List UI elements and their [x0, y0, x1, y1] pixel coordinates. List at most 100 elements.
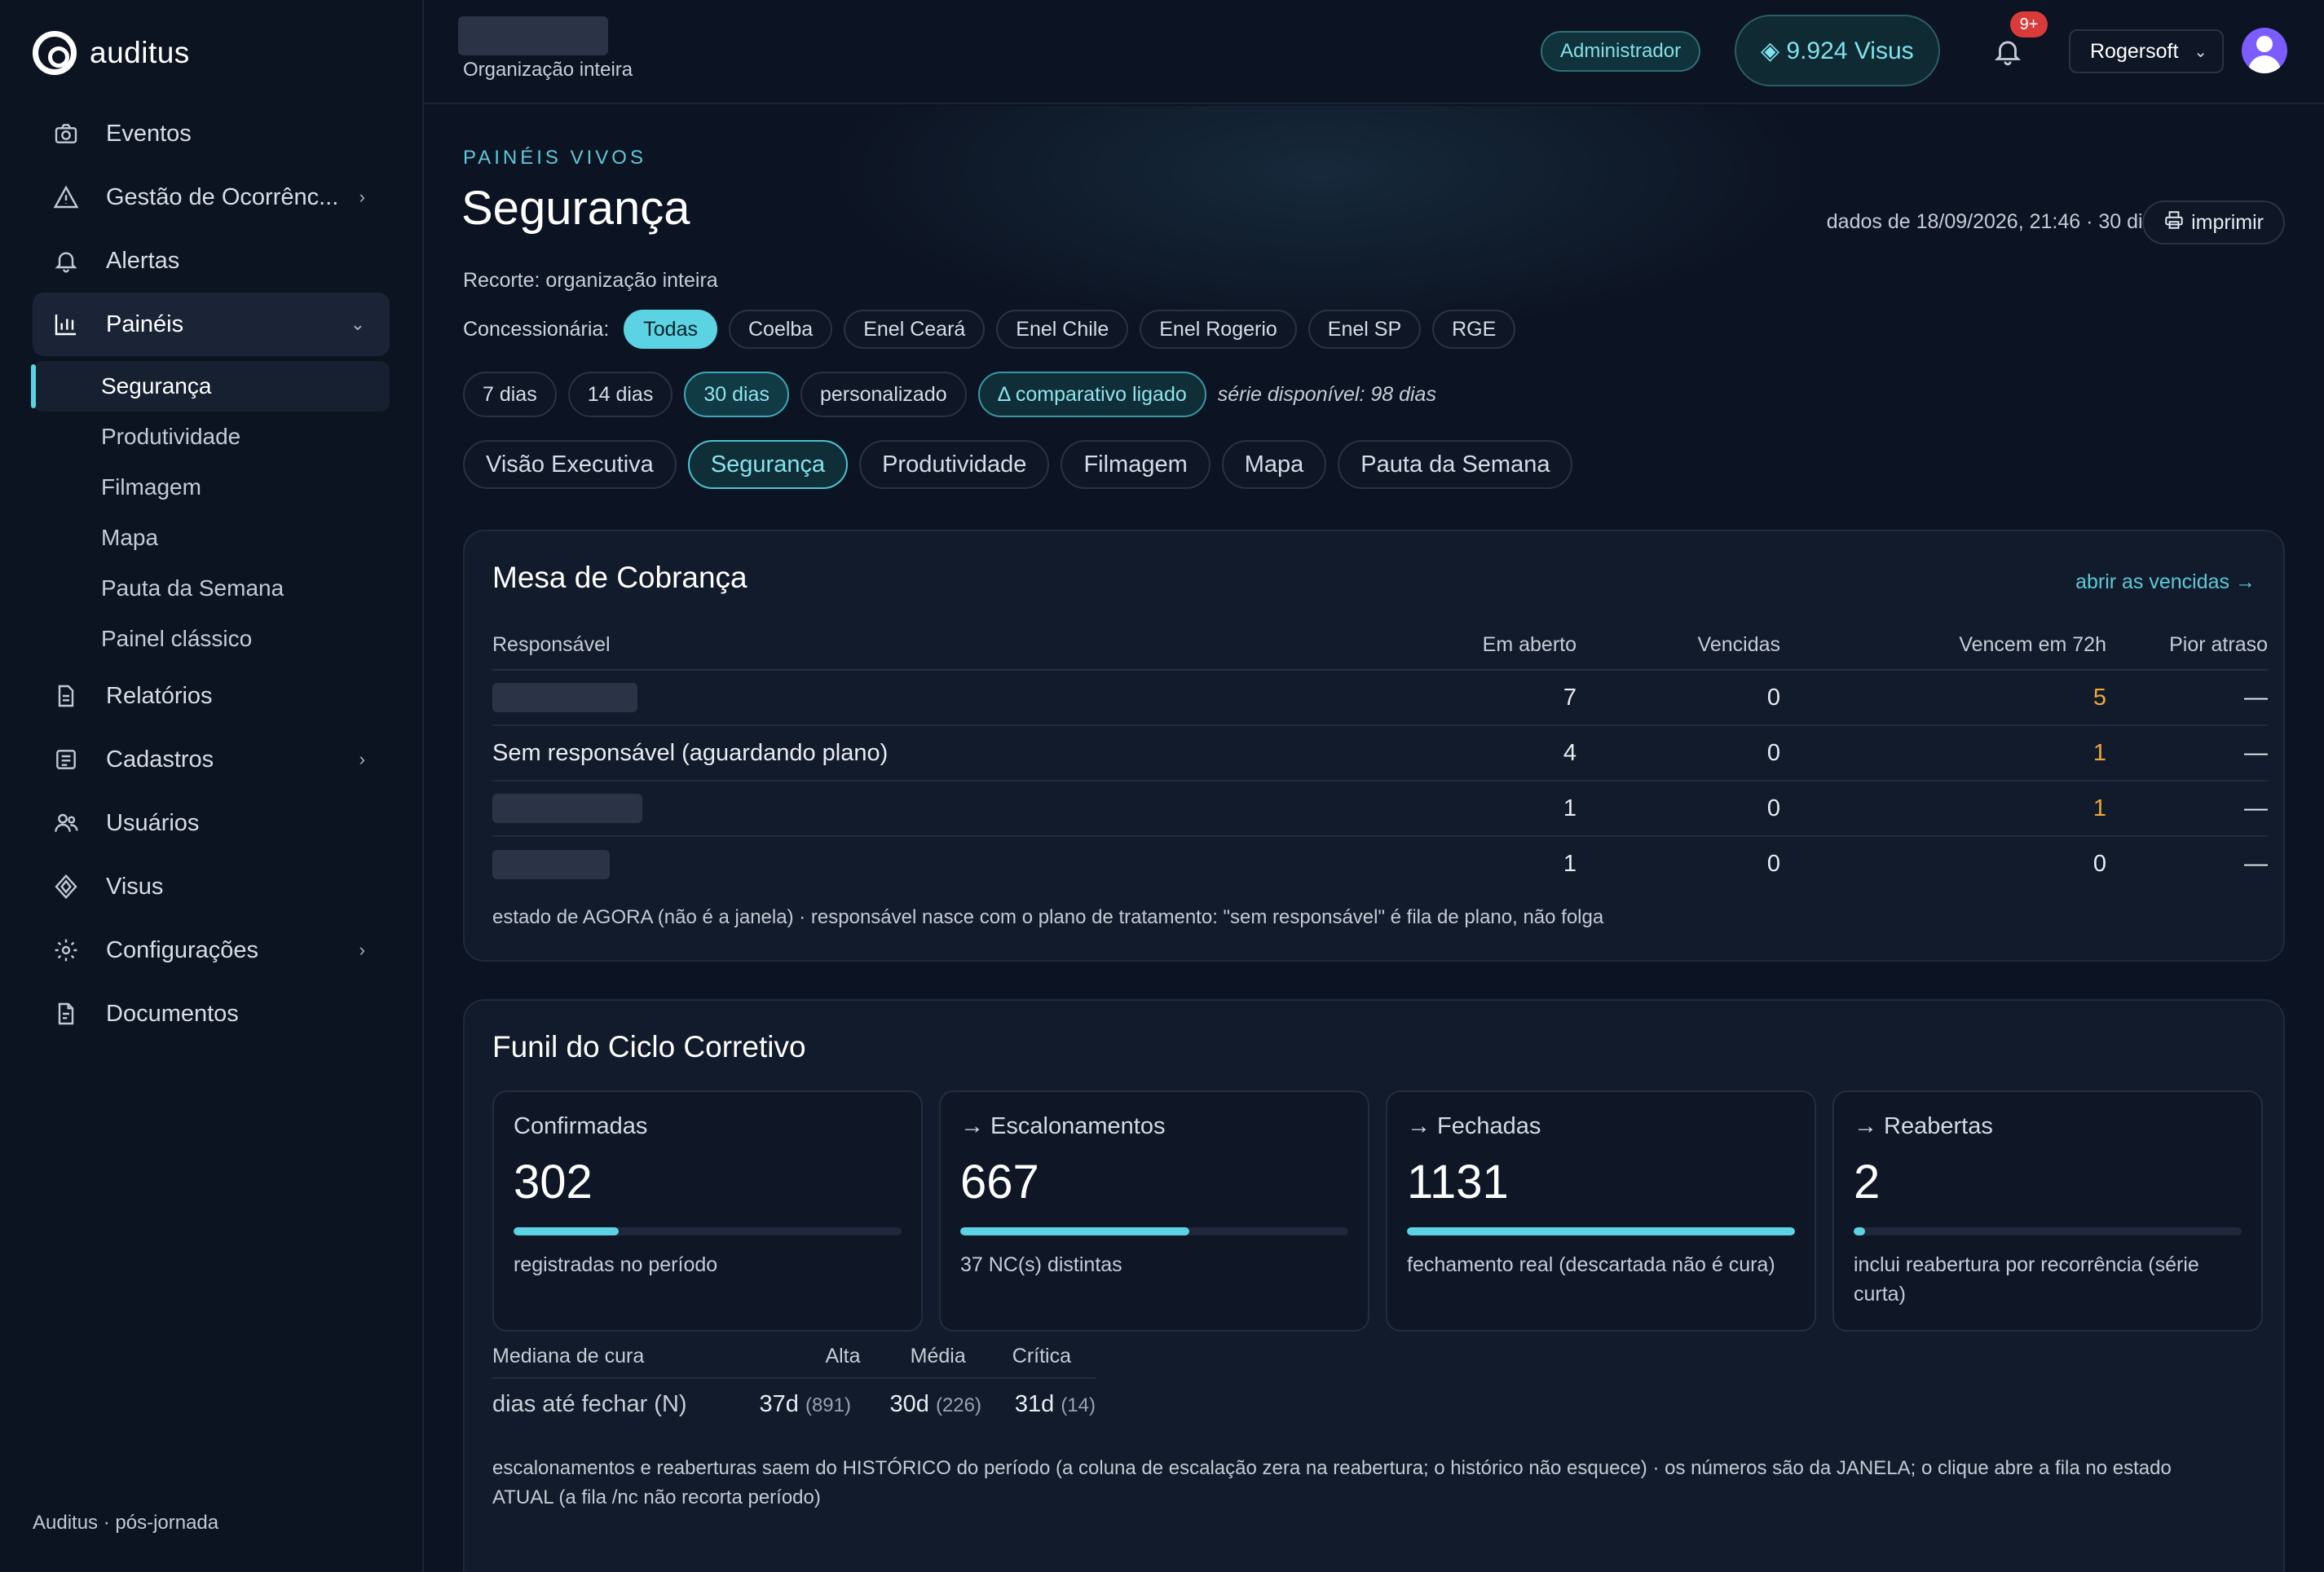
auditus-logo-icon: [33, 31, 77, 75]
page-title: Segurança: [461, 182, 690, 235]
em-aberto-cell: 4: [1373, 725, 1577, 782]
sidebar-subitem-produtividade[interactable]: Produtividade: [33, 412, 390, 462]
bar-chart-icon: [52, 310, 80, 338]
gear-icon: [52, 936, 80, 964]
sidebar-item-cadastros[interactable]: Cadastros ›: [33, 728, 390, 791]
mesa-cobranca-card: Mesa de Cobrança abrir as vencidas → Res…: [463, 530, 2285, 962]
logo[interactable]: auditus: [33, 31, 190, 75]
dashboard-tabs: Visão Executiva Segurança Produtividade …: [463, 440, 1573, 489]
stage-value: 667: [960, 1156, 1039, 1209]
sidebar-subitem-mapa[interactable]: Mapa: [33, 513, 390, 563]
redacted-name-placeholder: [492, 794, 642, 823]
vencem-cell: 5: [1780, 670, 2106, 726]
avatar[interactable]: [2242, 28, 2287, 73]
pior-atraso-cell: —: [2244, 851, 2268, 877]
vencem-cell: 1: [1780, 781, 2106, 837]
print-button[interactable]: imprimir: [2142, 200, 2285, 244]
period-chip-30[interactable]: 30 dias: [684, 372, 789, 417]
printer-icon: [2163, 209, 2185, 236]
recorte-label: Recorte: organização inteira: [463, 269, 718, 292]
sidebar-subitem-painel-classico[interactable]: Painel clássico: [33, 614, 390, 664]
stage-label: → Reabertas: [1854, 1113, 1993, 1139]
tab-seguranca[interactable]: Segurança: [687, 440, 849, 489]
sidebar-item-label: Cadastros: [106, 746, 214, 773]
funnel-stage-escalonamentos[interactable]: → Escalonamentos 667 37 NC(s) distintas: [939, 1090, 1369, 1332]
visus-balance-button[interactable]: ◈ 9.924 Visus: [1735, 15, 1940, 86]
stage-caption: 37 NC(s) distintas: [960, 1253, 1122, 1276]
abrir-vencidas-link[interactable]: abrir as vencidas →: [2075, 570, 2256, 594]
stage-bar-fill: [960, 1227, 1189, 1235]
table-row[interactable]: Sem responsável (aguardando plano) 4 0 1…: [492, 725, 2268, 782]
cure-head-critica: Crítica: [1012, 1344, 1071, 1367]
sidebar-item-label: Usuários: [106, 809, 200, 836]
concessionaria-chip-todas[interactable]: Todas: [624, 310, 717, 349]
em-aberto-cell: 1: [1563, 851, 1577, 877]
responsavel-cell: [492, 836, 1373, 892]
concessionaria-chip-coelba[interactable]: Coelba: [728, 310, 833, 349]
sidebar-item-documentos[interactable]: Documentos: [33, 982, 390, 1046]
cure-head-media: Média: [910, 1344, 966, 1367]
period-chip-7[interactable]: 7 dias: [463, 372, 557, 417]
concessionaria-chip-enel-chile[interactable]: Enel Chile: [996, 310, 1129, 349]
sidebar-item-label: Painéis: [106, 310, 184, 337]
vencidas-cell: 0: [1577, 725, 1780, 782]
sidebar-item-relatorios[interactable]: Relatórios: [33, 664, 390, 728]
comparativo-toggle[interactable]: Δ comparativo ligado: [977, 372, 1206, 417]
concessionaria-filter: Concessionária: Todas Coelba Enel Ceará …: [463, 310, 1516, 349]
period-chip-14[interactable]: 14 dias: [567, 372, 673, 417]
sidebar-item-label: Configurações: [106, 936, 258, 963]
chevron-down-icon: ⌄: [2194, 42, 2207, 61]
sidebar-subitem-seguranca[interactable]: Segurança: [31, 361, 390, 412]
user-dropdown[interactable]: Rogersoft ⌄: [2069, 29, 2224, 73]
tab-visao-executiva[interactable]: Visão Executiva: [463, 440, 677, 489]
tab-mapa[interactable]: Mapa: [1221, 440, 1327, 489]
users-icon: [52, 809, 80, 837]
col-responsavel: Responsável: [492, 621, 1373, 671]
sidebar-item-paineis[interactable]: Painéis ⌄: [33, 293, 390, 356]
stage-bar: [960, 1227, 1348, 1235]
table-row[interactable]: 1 0 0 —: [492, 836, 2268, 892]
col-pior-atraso: Pior atraso: [2106, 621, 2268, 671]
stage-label: → Escalonamentos: [960, 1113, 1166, 1139]
concessionaria-chip-enel-ceara[interactable]: Enel Ceará: [844, 310, 986, 349]
sidebar-item-label: Eventos: [106, 120, 192, 147]
concessionaria-chip-enel-sp[interactable]: Enel SP: [1308, 310, 1422, 349]
sidebar-item-usuarios[interactable]: Usuários: [33, 791, 390, 855]
cure-count: (226): [935, 1394, 981, 1416]
concessionaria-chip-rge[interactable]: RGE: [1432, 310, 1516, 349]
sidebar-item-eventos[interactable]: Eventos: [33, 102, 390, 165]
vencidas-cell: 0: [1577, 781, 1780, 837]
sidebar-item-visus[interactable]: Visus: [33, 855, 390, 918]
sidebar-item-gestao[interactable]: Gestão de Ocorrênc... ›: [33, 165, 390, 229]
chevron-right-icon: ›: [359, 187, 365, 207]
list-icon: [52, 746, 80, 773]
period-chip-personalizado[interactable]: personalizado: [800, 372, 967, 417]
tab-produtividade[interactable]: Produtividade: [859, 440, 1050, 489]
funnel-stage-confirmadas[interactable]: Confirmadas 302 registradas no período: [492, 1090, 923, 1332]
table-row[interactable]: 1 0 1 —: [492, 781, 2268, 837]
page-eyebrow: PAINÉIS VIVOS: [463, 147, 646, 169]
sidebar-subitem-filmagem[interactable]: Filmagem: [33, 462, 390, 513]
funnel-stage-fechadas[interactable]: → Fechadas 1131 fechamento real (descart…: [1386, 1090, 1816, 1332]
document-icon: [52, 1000, 80, 1028]
cure-header-row: Mediana de cura Alta Média Crítica: [492, 1335, 1096, 1379]
sidebar-item-configuracoes[interactable]: Configurações ›: [33, 918, 390, 982]
redacted-name-placeholder: [492, 683, 637, 712]
sidebar-subitem-pauta[interactable]: Pauta da Semana: [33, 563, 390, 614]
cure-count: (14): [1061, 1394, 1096, 1416]
stage-caption: inclui reabertura por recorrência (série…: [1854, 1253, 2199, 1306]
funnel-stage-reabertas[interactable]: → Reabertas 2 inclui reabertura por reco…: [1832, 1090, 2263, 1332]
table-row[interactable]: 7 0 5 —: [492, 670, 2268, 726]
tab-filmagem[interactable]: Filmagem: [1061, 440, 1211, 489]
pior-atraso-cell: —: [2106, 781, 2268, 837]
file-icon: [52, 682, 80, 710]
pior-atraso-cell: —: [2106, 725, 2268, 782]
org-name-placeholder: [458, 16, 608, 55]
stage-caption: registradas no período: [514, 1253, 718, 1276]
cure-row: dias até fechar (N) 37d (891) 30d (226) …: [492, 1379, 1096, 1429]
stage-value: 1131: [1407, 1156, 1509, 1209]
notifications-bell-icon[interactable]: [1989, 33, 2026, 70]
tab-pauta-semana[interactable]: Pauta da Semana: [1338, 440, 1573, 489]
sidebar-item-alertas[interactable]: Alertas: [33, 229, 390, 293]
concessionaria-chip-enel-rogerio[interactable]: Enel Rogerio: [1140, 310, 1297, 349]
